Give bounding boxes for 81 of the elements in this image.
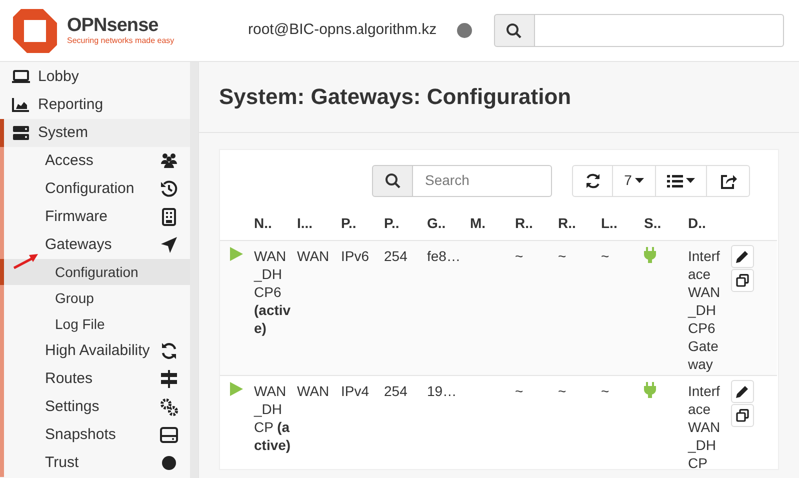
table-cell-text: 254	[384, 382, 408, 400]
sidebar-item[interactable]: Routes	[0, 365, 190, 393]
sidebar-item[interactable]: Snapshots	[0, 421, 190, 449]
sidebar-item[interactable]: Log File	[0, 311, 190, 337]
clone-button[interactable]	[731, 404, 754, 428]
sidebar-item[interactable]: Reporting	[0, 91, 190, 119]
sidebar-item[interactable]: High Availability	[0, 337, 190, 365]
column-header[interactable]: I...	[297, 215, 313, 232]
table-cell-text: ~	[558, 382, 568, 400]
column-header[interactable]: D..	[688, 215, 706, 232]
table-cell-text: ~	[601, 382, 610, 400]
edit-button[interactable]	[731, 380, 754, 404]
table-cell-text: ~	[515, 382, 524, 400]
signpost-icon	[160, 370, 178, 388]
chip-icon	[160, 208, 178, 226]
clone-button[interactable]	[731, 269, 754, 292]
annotation-arrow-icon	[13, 253, 39, 269]
table-cell-text: Interface WAN_DHCP6 Gateway	[688, 247, 722, 374]
sidebar-item[interactable]: Firmware	[0, 203, 190, 231]
sidebar-item[interactable]: Gateways	[0, 231, 190, 259]
refresh-icon	[160, 342, 178, 360]
refresh-icon	[584, 172, 600, 189]
column-header[interactable]: L..	[601, 215, 618, 232]
table-cell-text: fe8…	[427, 247, 462, 266]
sidebar-item[interactable]: Configuration	[0, 175, 190, 203]
server-icon	[12, 125, 30, 141]
edit-button[interactable]	[731, 245, 754, 268]
list-icon	[667, 174, 683, 188]
sidebar-item[interactable]: Configuration	[0, 259, 190, 285]
column-header[interactable]: R..	[515, 215, 533, 232]
caret-icon	[634, 178, 644, 184]
user-host-label: root@BIC-opns.algorithm.kz	[248, 20, 437, 40]
column-header[interactable]: G..	[427, 215, 446, 232]
search-button[interactable]	[494, 14, 535, 47]
pencil-icon	[736, 250, 749, 264]
logo-text: OPNsense	[67, 16, 160, 35]
search-icon	[384, 172, 400, 189]
search-field[interactable]	[534, 14, 784, 47]
caret-icon	[686, 178, 695, 184]
copy-icon	[736, 409, 749, 422]
sidebar-item[interactable]: Access	[0, 147, 190, 175]
laptop-icon	[12, 69, 30, 85]
table-cell-text: ~	[558, 247, 568, 266]
gears-icon	[160, 398, 178, 416]
copy-icon	[736, 274, 749, 288]
sidebar-item[interactable]: Lobby	[0, 63, 190, 91]
location-arrow-icon	[160, 236, 178, 254]
sidebar-item[interactable]: Group	[0, 285, 190, 311]
hard-drive-icon	[160, 426, 178, 444]
table-cell-text: ~	[601, 247, 610, 266]
pencil-icon	[736, 385, 749, 398]
column-header[interactable]: R..	[558, 215, 576, 232]
table-cell-text: WAN	[297, 247, 330, 266]
table-cell: WAN_DHCP (active)	[254, 382, 291, 454]
column-header[interactable]: S..	[644, 215, 662, 232]
table-cell-text: WAN	[297, 382, 330, 400]
scrollbar[interactable]	[190, 62, 198, 478]
table-cell-text: Interface WAN_DHCP	[688, 382, 722, 470]
sidebar-item[interactable]: Settings	[0, 393, 190, 421]
search-field[interactable]: Search	[413, 164, 552, 197]
table-cell-text: 254	[384, 247, 408, 266]
history-icon	[160, 180, 178, 198]
search-icon	[506, 22, 522, 38]
column-header[interactable]: M.	[470, 215, 486, 232]
table-cell-text: 19…	[427, 382, 458, 400]
table-cell: WAN_DHCP6 (active)	[254, 247, 291, 338]
logo-icon	[13, 8, 57, 52]
search-button[interactable]	[372, 164, 413, 197]
table-cell-text: ~	[515, 247, 524, 266]
chart-icon	[12, 97, 30, 113]
column-header[interactable]: P..	[341, 215, 356, 232]
page-title: System: Gateways: Configuration	[199, 62, 799, 134]
table-cell-text: IPv4	[341, 382, 370, 400]
column-header[interactable]: P..	[384, 215, 400, 232]
sidebar-item[interactable]: Trust	[0, 449, 190, 477]
logo-tagline: Securing networks made easy	[67, 37, 174, 45]
column-header[interactable]: N..	[254, 215, 272, 232]
users-icon	[160, 152, 178, 170]
share-icon	[720, 172, 736, 189]
table-cell-text: IPv6	[341, 247, 370, 266]
sidebar-item[interactable]: System	[0, 119, 190, 147]
